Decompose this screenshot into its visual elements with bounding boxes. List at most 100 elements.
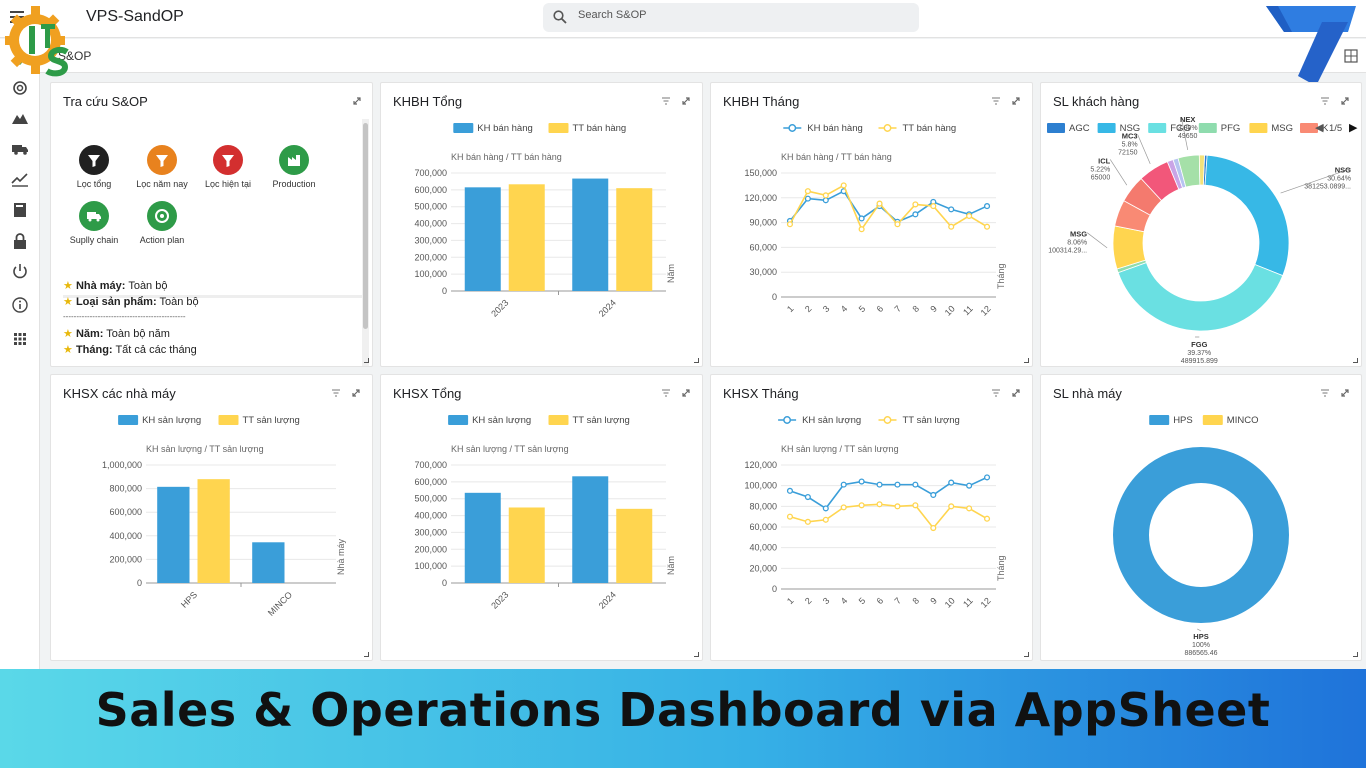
scrollbar[interactable] <box>362 119 369 366</box>
data-point[interactable] <box>966 482 973 489</box>
lock-icon[interactable] <box>11 232 29 250</box>
data-point[interactable] <box>858 502 865 509</box>
tool-button-2[interactable]: Lọc hiện tại <box>193 145 263 189</box>
data-point[interactable] <box>822 516 829 523</box>
data-point[interactable] <box>983 474 991 481</box>
data-point[interactable] <box>930 203 937 210</box>
target-icon[interactable] <box>147 201 177 231</box>
data-point[interactable] <box>948 206 955 213</box>
expand-icon[interactable] <box>351 95 363 107</box>
bar[interactable] <box>508 184 545 291</box>
data-point[interactable] <box>983 203 991 210</box>
resize-handle[interactable] <box>364 358 369 363</box>
legend-label[interactable]: KH sản lượng <box>802 415 861 426</box>
pie-slice[interactable] <box>1113 447 1289 623</box>
data-point[interactable] <box>894 221 901 228</box>
apps-grid-icon[interactable] <box>11 330 29 348</box>
power-icon[interactable] <box>11 262 29 280</box>
legend-label[interactable]: HPS <box>1173 415 1193 426</box>
bar[interactable] <box>252 542 285 583</box>
legend-label[interactable]: PFG <box>1221 123 1241 134</box>
mountain-icon[interactable] <box>11 109 29 127</box>
data-point[interactable] <box>912 201 919 208</box>
legend-label[interactable]: AGC <box>1069 123 1090 134</box>
legend-next-icon[interactable]: ▶ <box>1349 122 1358 134</box>
data-point[interactable] <box>822 192 829 199</box>
data-point[interactable] <box>966 505 973 512</box>
bar[interactable] <box>464 492 501 583</box>
bar[interactable] <box>508 507 545 583</box>
tool-button-3[interactable]: Production <box>259 145 329 189</box>
filter-icon[interactable] <box>79 145 109 175</box>
legend-label[interactable]: TT sản lượng <box>573 415 630 426</box>
tool-button-4[interactable]: Suplly chain <box>59 201 129 245</box>
data-point[interactable] <box>930 491 937 499</box>
pie-slice[interactable] <box>1117 262 1284 332</box>
data-point[interactable] <box>894 481 901 488</box>
data-point[interactable] <box>948 503 955 510</box>
filter-icon[interactable] <box>147 145 177 175</box>
bar[interactable] <box>572 178 609 291</box>
legend-label[interactable]: TT sản lượng <box>903 415 960 426</box>
data-point[interactable] <box>840 504 847 511</box>
legend-label[interactable]: KH sản lượng <box>472 415 531 426</box>
data-point[interactable] <box>948 223 955 230</box>
data-point[interactable] <box>876 200 883 207</box>
data-point[interactable] <box>894 503 901 510</box>
book-icon[interactable] <box>11 201 29 219</box>
legend-label[interactable]: TT sản lượng <box>243 415 300 426</box>
data-point[interactable] <box>876 481 883 488</box>
bar[interactable] <box>464 187 501 291</box>
data-point[interactable] <box>983 515 991 522</box>
legend-label[interactable]: KH sản lượng <box>142 415 201 426</box>
legend-label[interactable]: TT bán hàng <box>573 123 627 134</box>
legend-label[interactable]: MSG <box>1271 123 1293 134</box>
legend-label[interactable]: MINCO <box>1227 415 1259 426</box>
data-point[interactable] <box>948 479 955 486</box>
data-point[interactable] <box>786 487 794 494</box>
data-point[interactable] <box>786 513 794 520</box>
data-point[interactable] <box>804 188 811 195</box>
legend-label[interactable]: KH bán hàng <box>477 123 532 134</box>
data-point[interactable] <box>804 195 811 202</box>
data-point[interactable] <box>840 481 847 488</box>
data-point[interactable] <box>930 524 937 532</box>
data-point[interactable] <box>858 226 865 233</box>
trending-chart-icon[interactable] <box>11 170 29 188</box>
truck-icon[interactable] <box>11 140 29 158</box>
pie-slice[interactable] <box>1204 154 1290 277</box>
data-point[interactable] <box>804 518 811 525</box>
data-point[interactable] <box>822 197 829 204</box>
bar[interactable] <box>157 486 190 583</box>
data-point[interactable] <box>966 212 973 220</box>
legend-label[interactable]: TT bán hàng <box>903 123 957 134</box>
data-point[interactable] <box>858 478 865 485</box>
data-point[interactable] <box>786 221 794 228</box>
tool-button-5[interactable]: Action plan <box>127 201 197 245</box>
truck-icon[interactable] <box>79 201 109 231</box>
search-input[interactable] <box>578 9 878 21</box>
data-point[interactable] <box>912 211 919 218</box>
pie-slice[interactable] <box>1198 154 1205 186</box>
bar[interactable] <box>572 476 609 583</box>
data-point[interactable] <box>858 215 865 222</box>
factory-icon[interactable] <box>279 145 309 175</box>
data-point[interactable] <box>912 481 919 488</box>
legend-label[interactable]: KH bán hàng <box>807 123 862 134</box>
tool-button-1[interactable]: Lọc năm nay <box>127 145 197 189</box>
legend-prev-icon[interactable]: ◀ <box>1315 122 1324 134</box>
search-box[interactable] <box>543 3 919 32</box>
data-point[interactable] <box>912 502 919 509</box>
scrollbar-thumb[interactable] <box>363 123 368 329</box>
filter-clear-icon[interactable] <box>213 145 243 175</box>
bar[interactable] <box>616 188 653 291</box>
info-icon[interactable] <box>11 296 29 314</box>
data-point[interactable] <box>876 501 883 508</box>
tool-button-0[interactable]: Lọc tổng <box>59 145 129 189</box>
data-point[interactable] <box>804 493 811 501</box>
bar[interactable] <box>197 479 230 583</box>
data-point[interactable] <box>983 223 991 230</box>
data-point[interactable] <box>822 505 829 512</box>
bar[interactable] <box>616 508 653 583</box>
data-point[interactable] <box>840 182 847 189</box>
